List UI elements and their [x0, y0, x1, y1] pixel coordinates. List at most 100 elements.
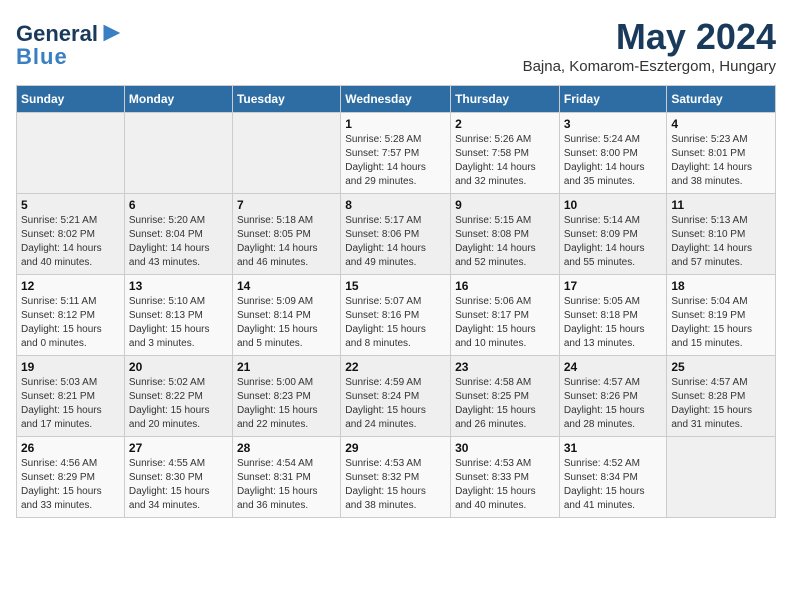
day-info: Sunrise: 5:00 AM Sunset: 8:23 PM Dayligh… [237, 376, 336, 432]
day-info: Sunrise: 4:55 AM Sunset: 8:30 PM Dayligh… [129, 457, 228, 513]
day-number: 20 [129, 360, 228, 374]
calendar-cell: 3 Sunrise: 5:24 AM Sunset: 8:00 PM Daylig… [559, 113, 667, 194]
calendar-cell: 21 Sunrise: 5:00 AM Sunset: 8:23 PM Dayli… [232, 356, 340, 437]
calendar-cell: 23Sunrise: 4:58 AM Sunset: 8:25 PM Dayli… [451, 356, 560, 437]
day-number: 3 [564, 117, 663, 131]
day-info: Sunrise: 5:10 AM Sunset: 8:13 PM Dayligh… [129, 295, 228, 351]
day-header-sunday: Sunday [17, 86, 125, 113]
calendar-cell [124, 113, 232, 194]
day-number: 15 [345, 279, 446, 293]
day-info: Sunrise: 5:28 AM Sunset: 7:57 PM Dayligh… [345, 133, 446, 189]
calendar-cell: 10 Sunrise: 5:14 AM Sunset: 8:09 PM Dayli… [559, 194, 667, 275]
calendar-cell: 13 Sunrise: 5:10 AM Sunset: 8:13 PM Dayli… [124, 275, 232, 356]
title-block: May 2024 Bajna, Komarom-Esztergom, Hunga… [523, 16, 776, 75]
calendar-cell [232, 113, 340, 194]
day-header-thursday: Thursday [451, 86, 560, 113]
calendar-cell: 19Sunrise: 5:03 AM Sunset: 8:21 PM Dayli… [17, 356, 125, 437]
calendar-cell: 31 Sunrise: 4:52 AM Sunset: 8:34 PM Dayli… [559, 437, 667, 518]
day-number: 6 [129, 198, 228, 212]
day-number: 26 [21, 441, 120, 455]
day-number: 8 [345, 198, 446, 212]
day-number: 25 [671, 360, 771, 374]
calendar-cell: 7 Sunrise: 5:18 AM Sunset: 8:05 PM Daylig… [232, 194, 340, 275]
day-number: 4 [671, 117, 771, 131]
day-info: Sunrise: 4:54 AM Sunset: 8:31 PM Dayligh… [237, 457, 336, 513]
calendar-cell: 25 Sunrise: 4:57 AM Sunset: 8:28 PM Dayli… [667, 356, 776, 437]
day-number: 27 [129, 441, 228, 455]
calendar-cell: 2Sunrise: 5:26 AM Sunset: 7:58 PM Daylig… [451, 113, 560, 194]
calendar-cell: 17Sunrise: 5:05 AM Sunset: 8:18 PM Dayli… [559, 275, 667, 356]
day-info: Sunrise: 5:15 AM Sunset: 8:08 PM Dayligh… [455, 214, 555, 270]
day-info: Sunrise: 5:02 AM Sunset: 8:22 PM Dayligh… [129, 376, 228, 432]
calendar-cell: 30 Sunrise: 4:53 AM Sunset: 8:33 PM Dayli… [451, 437, 560, 518]
calendar-cell: 18 Sunrise: 5:04 AM Sunset: 8:19 PM Dayli… [667, 275, 776, 356]
day-info: Sunrise: 4:52 AM Sunset: 8:34 PM Dayligh… [564, 457, 663, 513]
day-info: Sunrise: 5:21 AM Sunset: 8:02 PM Dayligh… [21, 214, 120, 270]
day-number: 11 [671, 198, 771, 212]
day-number: 9 [455, 198, 555, 212]
day-info: Sunrise: 4:57 AM Sunset: 8:28 PM Dayligh… [671, 376, 771, 432]
day-number: 7 [237, 198, 336, 212]
calendar-cell: 1 Sunrise: 5:28 AM Sunset: 7:57 PM Daylig… [341, 113, 451, 194]
day-number: 31 [564, 441, 663, 455]
day-info: Sunrise: 4:53 AM Sunset: 8:33 PM Dayligh… [455, 457, 555, 513]
calendar-cell [17, 113, 125, 194]
day-number: 10 [564, 198, 663, 212]
day-number: 18 [671, 279, 771, 293]
day-header-tuesday: Tuesday [232, 86, 340, 113]
day-info: Sunrise: 5:03 AM Sunset: 8:21 PM Dayligh… [21, 376, 120, 432]
calendar-cell: 4Sunrise: 5:23 AM Sunset: 8:01 PM Daylig… [667, 113, 776, 194]
day-info: Sunrise: 4:58 AM Sunset: 8:25 PM Dayligh… [455, 376, 555, 432]
calendar-cell: 8 Sunrise: 5:17 AM Sunset: 8:06 PM Daylig… [341, 194, 451, 275]
day-info: Sunrise: 5:11 AM Sunset: 8:12 PM Dayligh… [21, 295, 120, 351]
day-info: Sunrise: 4:59 AM Sunset: 8:24 PM Dayligh… [345, 376, 446, 432]
calendar-cell: 14 Sunrise: 5:09 AM Sunset: 8:14 PM Dayli… [232, 275, 340, 356]
day-number: 21 [237, 360, 336, 374]
day-number: 12 [21, 279, 120, 293]
day-info: Sunrise: 5:04 AM Sunset: 8:19 PM Dayligh… [671, 295, 771, 351]
calendar-cell: 22 Sunrise: 4:59 AM Sunset: 8:24 PM Dayli… [341, 356, 451, 437]
day-info: Sunrise: 5:07 AM Sunset: 8:16 PM Dayligh… [345, 295, 446, 351]
subtitle: Bajna, Komarom-Esztergom, Hungary [523, 58, 776, 75]
day-info: Sunrise: 5:24 AM Sunset: 8:00 PM Dayligh… [564, 133, 663, 189]
logo: General► Blue [16, 16, 126, 70]
day-header-wednesday: Wednesday [341, 86, 451, 113]
day-info: Sunrise: 5:26 AM Sunset: 7:58 PM Dayligh… [455, 133, 555, 189]
calendar-cell: 29Sunrise: 4:53 AM Sunset: 8:32 PM Dayli… [341, 437, 451, 518]
calendar-cell [667, 437, 776, 518]
day-info: Sunrise: 5:09 AM Sunset: 8:14 PM Dayligh… [237, 295, 336, 351]
day-info: Sunrise: 5:20 AM Sunset: 8:04 PM Dayligh… [129, 214, 228, 270]
day-number: 30 [455, 441, 555, 455]
day-info: Sunrise: 5:14 AM Sunset: 8:09 PM Dayligh… [564, 214, 663, 270]
calendar-cell: 20 Sunrise: 5:02 AM Sunset: 8:22 PM Dayli… [124, 356, 232, 437]
day-info: Sunrise: 5:06 AM Sunset: 8:17 PM Dayligh… [455, 295, 555, 351]
day-number: 5 [21, 198, 120, 212]
day-number: 16 [455, 279, 555, 293]
page-header: General► Blue May 2024 Bajna, Komarom-Es… [16, 16, 776, 75]
day-number: 24 [564, 360, 663, 374]
calendar-cell: 9 Sunrise: 5:15 AM Sunset: 8:08 PM Daylig… [451, 194, 560, 275]
day-info: Sunrise: 5:18 AM Sunset: 8:05 PM Dayligh… [237, 214, 336, 270]
day-info: Sunrise: 4:56 AM Sunset: 8:29 PM Dayligh… [21, 457, 120, 513]
day-info: Sunrise: 4:57 AM Sunset: 8:26 PM Dayligh… [564, 376, 663, 432]
day-header-monday: Monday [124, 86, 232, 113]
day-number: 29 [345, 441, 446, 455]
calendar-cell: 24 Sunrise: 4:57 AM Sunset: 8:26 PM Dayli… [559, 356, 667, 437]
day-number: 14 [237, 279, 336, 293]
calendar-cell: 26 Sunrise: 4:56 AM Sunset: 8:29 PM Dayli… [17, 437, 125, 518]
day-number: 13 [129, 279, 228, 293]
day-info: Sunrise: 5:17 AM Sunset: 8:06 PM Dayligh… [345, 214, 446, 270]
calendar-cell: 5 Sunrise: 5:21 AM Sunset: 8:02 PM Daylig… [17, 194, 125, 275]
day-number: 1 [345, 117, 446, 131]
day-number: 22 [345, 360, 446, 374]
day-number: 28 [237, 441, 336, 455]
calendar-cell: 6 Sunrise: 5:20 AM Sunset: 8:04 PM Daylig… [124, 194, 232, 275]
calendar-cell: 16 Sunrise: 5:06 AM Sunset: 8:17 PM Dayli… [451, 275, 560, 356]
calendar-cell: 12 Sunrise: 5:11 AM Sunset: 8:12 PM Dayli… [17, 275, 125, 356]
day-info: Sunrise: 5:13 AM Sunset: 8:10 PM Dayligh… [671, 214, 771, 270]
calendar-table: SundayMondayTuesdayWednesdayThursdayFrid… [16, 85, 776, 518]
calendar-cell: 28 Sunrise: 4:54 AM Sunset: 8:31 PM Dayli… [232, 437, 340, 518]
day-header-saturday: Saturday [667, 86, 776, 113]
main-title: May 2024 [523, 16, 776, 58]
calendar-cell: 15 Sunrise: 5:07 AM Sunset: 8:16 PM Dayli… [341, 275, 451, 356]
